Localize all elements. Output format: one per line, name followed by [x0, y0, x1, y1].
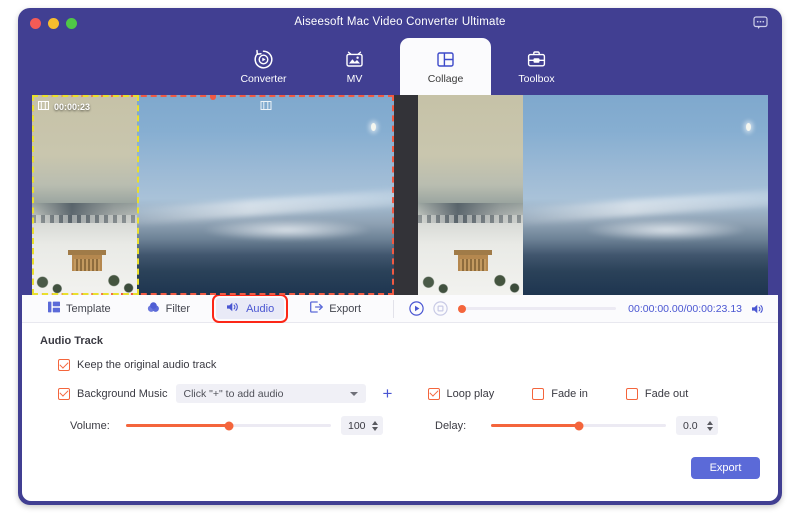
fade-in-option: Fade in: [532, 388, 588, 400]
audio-track-title: Audio Track: [40, 335, 760, 347]
export-bar: Export: [691, 457, 760, 479]
slider-rows: Volume: 100 Delay:: [40, 416, 760, 435]
tab-mv-label: MV: [347, 73, 363, 85]
subtab-export[interactable]: Export: [300, 298, 371, 319]
clip-timestamp-text: 00:00:23: [54, 102, 90, 112]
tab-converter-label: Converter: [240, 73, 286, 85]
subtab-audio[interactable]: Audio: [216, 298, 284, 319]
collage-cell-sky-left[interactable]: [137, 95, 394, 295]
preview-separator: [394, 95, 418, 295]
collage-preview[interactable]: 00:00:23: [32, 95, 768, 295]
delay-slider[interactable]: [491, 424, 666, 427]
audio-options: Loop play Fade in Fade out: [428, 388, 727, 400]
audio-settings: Audio Track Keep the original audio trac…: [22, 323, 778, 435]
playback-controls: 00:00:00.00/00:00:23.13: [394, 301, 778, 317]
volume-slider[interactable]: [126, 424, 331, 427]
subtab-filter[interactable]: Filter: [137, 298, 200, 319]
volume-value: 100: [348, 420, 366, 432]
delay-value: 0.0: [683, 420, 698, 432]
preview-area: 00:00:23: [18, 95, 782, 295]
delay-stepper[interactable]: [707, 421, 713, 431]
tab-toolbox[interactable]: Toolbox: [491, 38, 582, 95]
collage-cell-city[interactable]: 00:00:23: [32, 95, 137, 295]
loop-play-label: Loop play: [447, 388, 495, 400]
title-bar: Aiseesoft Mac Video Converter Ultimate: [18, 8, 782, 38]
fade-out-label: Fade out: [645, 388, 688, 400]
output-cell-city: [418, 95, 523, 295]
playback-timecode: 00:00:00.00/00:00:23.13: [628, 303, 742, 315]
chevron-down-icon: [350, 392, 358, 396]
preview-pane-output: [418, 95, 768, 295]
chat-bubble-icon[interactable]: [752, 16, 768, 30]
export-arrow-icon: [310, 301, 323, 316]
subtab-audio-label: Audio: [246, 303, 274, 315]
app-window: Aiseesoft Mac Video Converter Ultimate: [18, 8, 782, 505]
subtab-template-label: Template: [66, 303, 111, 315]
tab-collage-label: Collage: [428, 73, 464, 85]
fade-in-label: Fade in: [551, 388, 588, 400]
export-button[interactable]: Export: [691, 457, 760, 479]
volume-row: Volume: 100: [40, 416, 383, 435]
app-title: Aiseesoft Mac Video Converter Ultimate: [18, 16, 782, 28]
volume-value-box[interactable]: 100: [341, 416, 383, 435]
speaker-icon: [226, 301, 240, 316]
volume-label: Volume:: [70, 420, 122, 432]
fade-out-option: Fade out: [626, 388, 688, 400]
background-music-select[interactable]: Click "+" to add audio: [176, 384, 366, 403]
editor-subtabs: Template Filter: [22, 295, 778, 323]
background-music-select-value: Click "+" to add audio: [184, 388, 284, 400]
delay-value-box[interactable]: 0.0: [676, 416, 718, 435]
subtab-template[interactable]: Template: [38, 298, 121, 319]
tab-mv[interactable]: MV: [309, 38, 400, 95]
loop-play-checkbox[interactable]: [428, 388, 440, 400]
editor-panel: Template Filter: [22, 295, 778, 501]
playback-seek-slider[interactable]: [460, 307, 616, 310]
tab-collage[interactable]: Collage: [400, 38, 491, 95]
clip-timestamp-badge: 00:00:23: [38, 101, 90, 112]
output-cell-sky: [523, 95, 768, 295]
main-tabbar: Converter MV Collage: [18, 38, 782, 95]
subtab-export-label: Export: [329, 303, 361, 315]
tab-converter[interactable]: Converter: [218, 38, 309, 95]
delay-row: Delay: 0.0: [405, 416, 718, 435]
film-strip-icon: [38, 101, 49, 112]
convert-circle-icon: [253, 48, 274, 70]
volume-stepper[interactable]: [372, 421, 378, 431]
stop-circle-icon[interactable]: [432, 301, 448, 317]
toolbox-icon: [526, 48, 547, 70]
keep-original-row: Keep the original audio track: [40, 359, 760, 371]
delay-label: Delay:: [435, 420, 487, 432]
playhead-marker[interactable]: [458, 305, 466, 313]
subtab-filter-label: Filter: [166, 303, 190, 315]
tab-toolbox-label: Toolbox: [518, 73, 554, 85]
loop-play-option: Loop play: [428, 388, 495, 400]
filter-cloud-icon: [147, 301, 160, 316]
film-strip-icon: [260, 101, 271, 110]
fade-out-checkbox[interactable]: [626, 388, 638, 400]
picture-frame-icon: [344, 48, 365, 70]
layout-grid-icon: [48, 301, 60, 316]
keep-original-checkbox[interactable]: [58, 359, 70, 371]
add-audio-button[interactable]: +: [380, 386, 396, 402]
fade-in-checkbox[interactable]: [532, 388, 544, 400]
collage-layout-icon: [435, 48, 456, 70]
background-music-label: Background Music: [77, 388, 168, 400]
speaker-icon[interactable]: [750, 301, 766, 317]
preview-pane-edit[interactable]: 00:00:23: [32, 95, 394, 295]
background-music-checkbox[interactable]: [58, 388, 70, 400]
keep-original-label: Keep the original audio track: [77, 359, 216, 371]
play-circle-icon[interactable]: [408, 301, 424, 317]
background-music-row: Background Music Click "+" to add audio …: [40, 384, 760, 403]
